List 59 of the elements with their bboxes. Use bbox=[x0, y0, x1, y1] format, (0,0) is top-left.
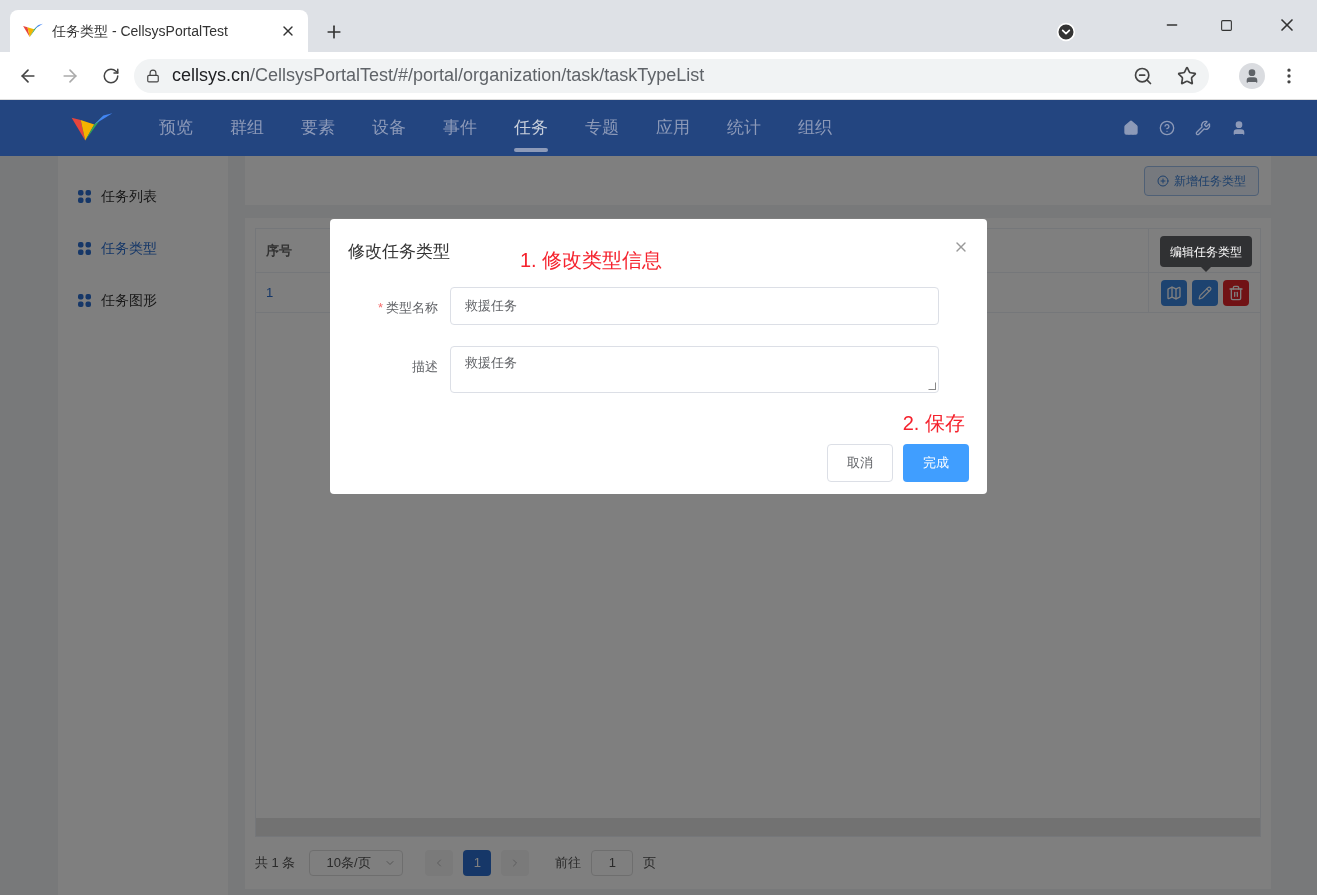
nav-tab[interactable]: 设备 bbox=[353, 100, 424, 156]
annotation: 1. 修改类型信息 bbox=[520, 248, 663, 273]
edit-button[interactable] bbox=[1192, 279, 1218, 306]
help-icon[interactable] bbox=[1159, 120, 1175, 136]
tab-search-icon[interactable] bbox=[1056, 22, 1076, 42]
tooltip: 编辑任务类型 bbox=[1160, 236, 1252, 272]
profile-icon[interactable] bbox=[1239, 62, 1265, 89]
url-text: cellsys.cn/CellsysPortalTest/#/portal/organization/task/taskTypeList bbox=[172, 64, 706, 87]
grid-icon bbox=[78, 189, 91, 203]
address-bar[interactable]: cellsys.cn/CellsysPortalTest/#/portal/organization/task/taskTypeList bbox=[134, 58, 1209, 93]
add-type-button[interactable]: 新增任务类型 bbox=[1144, 165, 1259, 196]
confirm-button[interactable]: 完成 bbox=[903, 444, 969, 482]
home-icon[interactable] bbox=[1123, 120, 1139, 136]
sidebar-item[interactable]: 任务图形 bbox=[58, 274, 228, 326]
maximize-icon[interactable] bbox=[1220, 18, 1233, 32]
total-count: 共 1 条 bbox=[255, 854, 296, 873]
grid-icon bbox=[78, 241, 91, 255]
field-label: 类型名称 bbox=[386, 299, 438, 317]
browser-tab[interactable]: 任务类型 - CellsysPortalTest bbox=[10, 10, 308, 52]
nav-tab[interactable]: 事件 bbox=[424, 100, 495, 156]
reload-icon[interactable] bbox=[102, 66, 120, 85]
nav-tab[interactable]: 预览 bbox=[140, 100, 211, 156]
page-suffix: 页 bbox=[643, 854, 657, 873]
bookmark-icon[interactable] bbox=[1177, 65, 1197, 86]
nav-tab[interactable]: 统计 bbox=[708, 100, 779, 156]
add-icon bbox=[1157, 174, 1169, 187]
map-button[interactable] bbox=[1161, 279, 1187, 306]
logo-icon bbox=[22, 22, 44, 40]
map-icon bbox=[1166, 284, 1182, 301]
nav-tab[interactable]: 群组 bbox=[211, 100, 282, 156]
user-icon[interactable] bbox=[1231, 120, 1247, 136]
delete-button[interactable] bbox=[1223, 279, 1249, 306]
nav-tab[interactable]: 专题 bbox=[566, 100, 637, 156]
page-size-select[interactable]: 10条/页 bbox=[309, 850, 404, 876]
trash-icon bbox=[1228, 284, 1244, 301]
pencil-icon bbox=[1198, 285, 1212, 300]
sidebar-item[interactable]: 任务类型 bbox=[58, 222, 228, 274]
sidebar-item[interactable]: 任务列表 bbox=[58, 170, 228, 222]
zoom-icon[interactable] bbox=[1133, 65, 1153, 86]
goto-label: 前往 bbox=[555, 854, 582, 873]
page-button[interactable]: 1 bbox=[463, 850, 492, 876]
name-field[interactable]: 救援任务 bbox=[450, 287, 939, 325]
lock-icon bbox=[146, 68, 160, 83]
table-cell-text: 1 bbox=[265, 283, 275, 302]
tab-title: 任务类型 - CellsysPortalTest bbox=[52, 21, 229, 41]
field-label: 描述 bbox=[412, 358, 438, 376]
column-header: 序号 bbox=[265, 241, 293, 260]
goto-field[interactable]: 1 bbox=[591, 850, 634, 876]
required-mark: * bbox=[377, 299, 383, 317]
nav-tab[interactable]: 应用 bbox=[637, 100, 708, 156]
dialog-title: 修改任务类型 bbox=[348, 241, 450, 263]
tools-icon[interactable] bbox=[1195, 120, 1211, 136]
annotation: 2. 保存 bbox=[902, 411, 965, 436]
nav-tab[interactable]: 组织 bbox=[779, 100, 850, 156]
nav-tab[interactable]: 要素 bbox=[282, 100, 353, 156]
nav-tab[interactable]: 任务 bbox=[495, 100, 566, 156]
description-field[interactable]: 救援任务 bbox=[450, 346, 939, 393]
cancel-button[interactable]: 取消 bbox=[827, 444, 893, 482]
grid-icon bbox=[78, 293, 91, 307]
